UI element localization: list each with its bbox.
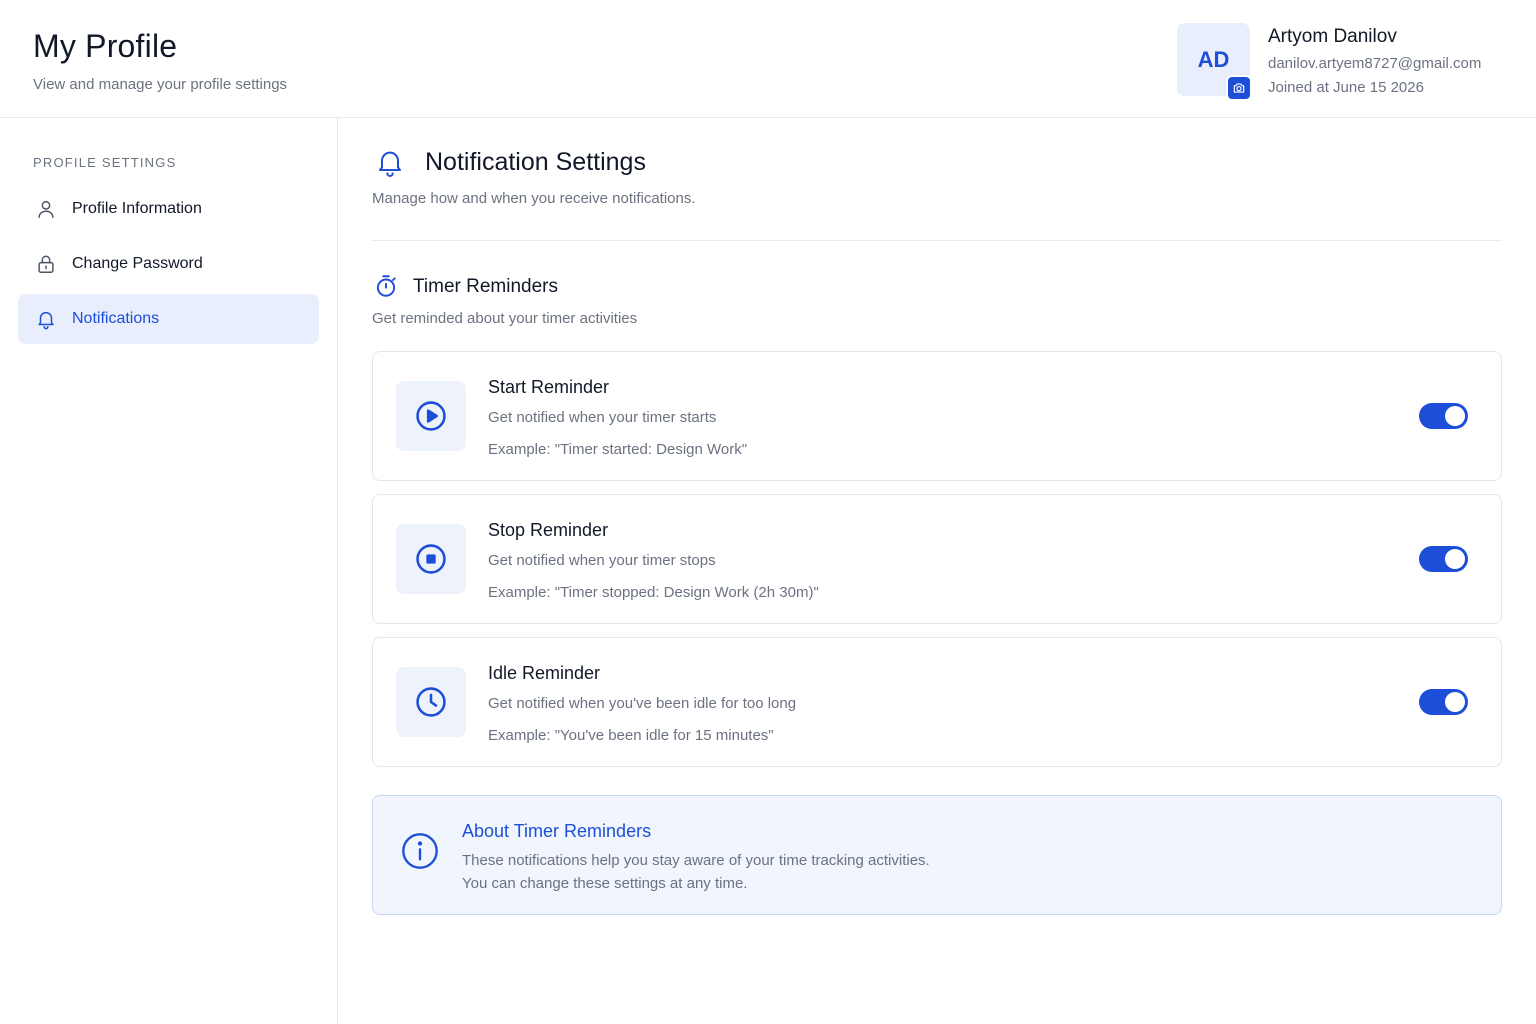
reminder-example: Example: "Timer started: Design Work" (488, 441, 748, 458)
reminder-example: Example: "You've been idle for 15 minute… (488, 727, 774, 744)
page-header: My Profile View and manage your profile … (0, 0, 1536, 118)
stop-reminder-card: Stop Reminder Get notified when your tim… (372, 494, 1502, 624)
idle-reminder-toggle[interactable] (1419, 689, 1468, 715)
toggle-knob (1445, 406, 1465, 426)
group-title: Timer Reminders (413, 276, 558, 297)
sidebar-item-profile-information[interactable]: Profile Information (18, 184, 319, 234)
page-subtitle: View and manage your profile settings (33, 76, 288, 93)
info-box: About Timer Reminders These notification… (372, 795, 1502, 915)
sidebar-item-label: Change Password (72, 255, 203, 272)
section-title: Notification Settings (425, 148, 646, 176)
reminder-icon-box (396, 381, 466, 451)
reminder-title: Stop Reminder (488, 520, 609, 540)
change-avatar-button[interactable] (1226, 75, 1252, 101)
sidebar-item-label: Notifications (72, 310, 160, 327)
reminder-title: Start Reminder (488, 377, 610, 397)
timer-icon (373, 273, 399, 304)
info-icon (400, 831, 440, 876)
reminder-description: Get notified when your timer stops (488, 552, 716, 569)
toggle-knob (1445, 549, 1465, 569)
page-title: My Profile (33, 28, 178, 64)
sidebar: PROFILE SETTINGS Profile Information Cha… (0, 118, 338, 1024)
play-icon (416, 401, 446, 431)
sidebar-item-change-password[interactable]: Change Password (18, 239, 319, 289)
camera-icon (1233, 83, 1245, 93)
user-icon (35, 198, 57, 220)
clock-icon (416, 687, 446, 717)
user-email: danilov.artyem8727@gmail.com (1268, 55, 1482, 72)
info-title: About Timer Reminders (462, 821, 652, 841)
reminder-icon-box (396, 524, 466, 594)
start-reminder-toggle[interactable] (1419, 403, 1468, 429)
reminder-icon-box (396, 667, 466, 737)
avatar-initials: AD (1197, 46, 1230, 72)
user-name: Artyom Danilov (1268, 26, 1397, 47)
start-reminder-card: Start Reminder Get notified when your ti… (372, 351, 1502, 481)
reminder-description: Get notified when you've been idle for t… (488, 695, 797, 712)
section-subtitle: Manage how and when you receive notifica… (372, 190, 696, 207)
reminder-example: Example: "Timer stopped: Design Work (2h… (488, 584, 819, 601)
stop-icon (416, 544, 446, 574)
reminder-title: Idle Reminder (488, 663, 601, 683)
lock-icon (35, 253, 57, 275)
divider (372, 240, 1502, 241)
info-text: You can change these settings at any tim… (462, 875, 748, 892)
user-joined-date: Joined at June 15 2026 (1268, 79, 1424, 96)
info-text: These notifications help you stay aware … (462, 852, 930, 869)
stop-reminder-toggle[interactable] (1419, 546, 1468, 572)
idle-reminder-card: Idle Reminder Get notified when you've b… (372, 637, 1502, 767)
bell-icon (35, 308, 57, 330)
bell-icon (374, 146, 406, 183)
sidebar-item-notifications[interactable]: Notifications (18, 294, 319, 344)
group-subtitle: Get reminded about your timer activities (372, 310, 638, 327)
sidebar-item-label: Profile Information (72, 200, 202, 217)
sidebar-heading: PROFILE SETTINGS (33, 155, 177, 170)
toggle-knob (1445, 692, 1465, 712)
reminder-description: Get notified when your timer starts (488, 409, 717, 426)
main-content: Notification Settings Manage how and whe… (338, 118, 1536, 1024)
